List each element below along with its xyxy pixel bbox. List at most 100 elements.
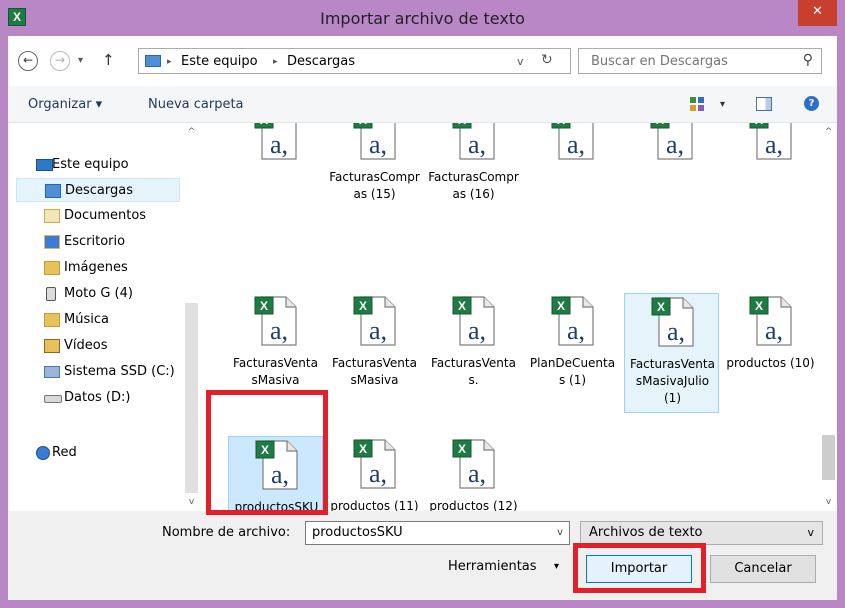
sidebar-item-label: Vídeos <box>64 338 108 353</box>
svg-text:X: X <box>755 123 763 127</box>
file-name: FacturasVentasMasivaJulio (1) <box>630 357 715 405</box>
help-icon[interactable]: ? <box>804 96 819 111</box>
recent-locations-dropdown[interactable]: ▾ <box>78 55 83 66</box>
svg-text:a,: a, <box>369 459 387 488</box>
excel-csv-file-icon: Xa, <box>255 437 301 491</box>
dialog-client: ← → ▾ ↑ ▸ Este equipo ▸ Descargas v ↻ ⚲ … <box>8 36 837 600</box>
svg-text:a,: a, <box>369 130 387 159</box>
sidebar-item-sistema-ssd[interactable]: Sistema SSD (C:) <box>16 360 180 384</box>
svg-text:a,: a, <box>270 130 288 159</box>
filename-input[interactable]: productosSKU v <box>305 521 570 545</box>
file-item[interactable]: Xa, productos (12) <box>426 436 521 511</box>
file-item[interactable]: Xa, <box>525 123 620 227</box>
file-item[interactable]: Xa, FacturasVentasMasiva <box>327 293 422 413</box>
navigation-pane: Este equipo Descargas Documentos Escrito… <box>8 123 191 511</box>
svg-text:a,: a, <box>765 130 783 159</box>
command-bar: Organizar ▾ Nueva carpeta ▾ ? <box>8 86 837 123</box>
file-name: productos (11) <box>330 499 419 511</box>
filename-dropdown[interactable]: v <box>557 522 563 544</box>
preview-pane-icon[interactable] <box>756 97 772 111</box>
search-icon[interactable]: ⚲ <box>803 52 813 68</box>
network-icon <box>36 446 50 460</box>
breadcrumb-separator: ▸ <box>273 57 278 67</box>
file-name: FacturasVentasMasiva <box>332 356 417 387</box>
bottom-panel: Nombre de archivo: productosSKU v Archiv… <box>8 511 837 600</box>
excel-csv-file-icon: Xa, <box>650 123 696 161</box>
forward-button[interactable]: → <box>50 51 70 71</box>
sidebar-item-musica[interactable]: Música <box>16 308 180 332</box>
scroll-down-arrow[interactable]: v <box>820 497 837 507</box>
file-item[interactable]: Xa, PlanDeCuentas (1) <box>525 293 620 413</box>
search-input[interactable] <box>589 53 783 70</box>
navigation-pane-scrollbar[interactable]: ^ v <box>183 123 200 511</box>
file-item[interactable]: Xa, FacturasCompras (16) <box>426 123 521 227</box>
svg-text:X: X <box>260 123 268 127</box>
sidebar-item-datos[interactable]: Datos (D:) <box>16 386 180 410</box>
navigation-row: ← → ▾ ↑ ▸ Este equipo ▸ Descargas v ↻ ⚲ <box>8 36 837 86</box>
svg-text:X: X <box>458 442 466 456</box>
scroll-thumb[interactable] <box>822 435 835 480</box>
tools-dropdown[interactable]: ▾ <box>554 561 559 572</box>
sidebar-item-escritorio[interactable]: Escritorio <box>16 230 180 254</box>
svg-text:X: X <box>458 299 466 313</box>
sidebar-item-documentos[interactable]: Documentos <box>16 204 180 228</box>
cancel-button[interactable]: Cancelar <box>710 555 816 583</box>
tools-button[interactable]: Herramientas <box>448 559 537 574</box>
organize-button[interactable]: Organizar ▾ <box>28 97 102 112</box>
title-bar[interactable]: X Importar archivo de texto ✕ <box>0 0 845 36</box>
file-list-scrollbar[interactable]: ^ v <box>820 123 837 511</box>
sidebar-item-este-equipo[interactable]: Este equipo <box>16 153 180 177</box>
file-type-select[interactable]: Archivos de texto v <box>580 521 823 545</box>
excel-csv-file-icon: Xa, <box>254 293 300 347</box>
sidebar-item-imagenes[interactable]: Imágenes <box>16 256 180 280</box>
up-button[interactable]: ↑ <box>102 51 115 69</box>
sidebar-item-label: Sistema SSD (C:) <box>64 364 175 379</box>
file-name: productos (12) <box>429 499 518 511</box>
file-item[interactable]: Xa, <box>228 123 323 227</box>
view-options-icon[interactable] <box>690 97 704 111</box>
computer-icon <box>36 159 53 171</box>
window-title: Importar archivo de texto <box>320 9 525 28</box>
breadcrumb-descargas[interactable]: Descargas <box>287 54 355 69</box>
file-name: PlanDeCuentas (1) <box>529 356 616 387</box>
search-box[interactable]: ⚲ <box>578 48 822 74</box>
refresh-icon[interactable]: ↻ <box>541 52 553 68</box>
file-item[interactable]: Xa, productos (10) <box>723 293 818 413</box>
sidebar-item-label: Imágenes <box>64 260 128 275</box>
scroll-up-arrow[interactable]: ^ <box>183 127 200 137</box>
sidebar-item-descargas[interactable]: Descargas <box>16 178 180 202</box>
file-item-selected[interactable]: Xa, productosSKU <box>228 436 323 511</box>
file-item[interactable]: Xa, FacturasCompras (15) <box>327 123 422 227</box>
scroll-up-arrow[interactable]: ^ <box>820 127 837 137</box>
import-button[interactable]: Importar <box>586 555 692 583</box>
scroll-thumb[interactable] <box>185 303 198 493</box>
file-item[interactable]: Xa, productos (11) <box>327 436 422 511</box>
excel-csv-file-icon: Xa, <box>551 293 597 347</box>
breadcrumb-este-equipo[interactable]: Este equipo <box>181 54 258 69</box>
sidebar-item-videos[interactable]: Vídeos <box>16 334 180 358</box>
svg-text:X: X <box>557 299 565 313</box>
close-button[interactable]: ✕ <box>798 0 837 26</box>
scroll-down-arrow[interactable]: v <box>183 497 200 507</box>
address-history-dropdown[interactable]: v <box>517 55 524 68</box>
svg-text:X: X <box>755 299 763 313</box>
file-type-dropdown[interactable]: v <box>807 522 814 544</box>
svg-text:a,: a, <box>271 460 289 489</box>
sidebar-item-red[interactable]: Red <box>16 441 180 465</box>
new-folder-button[interactable]: Nueva carpeta <box>148 97 244 112</box>
view-dropdown[interactable]: ▾ <box>720 99 725 110</box>
svg-text:a,: a, <box>270 316 288 345</box>
sidebar-item-moto-g[interactable]: Moto G (4) <box>16 282 180 306</box>
file-item[interactable]: Xa, <box>624 123 719 227</box>
file-item[interactable]: Xa, FacturasVentasMasivaJulio (1) <box>624 293 719 413</box>
sidebar-item-label: Red <box>52 445 77 460</box>
file-name: productosSKU <box>234 500 319 511</box>
sidebar-item-label: Escritorio <box>64 234 126 249</box>
sidebar-item-label: Moto G (4) <box>64 286 133 301</box>
file-item[interactable]: Xa, <box>723 123 818 227</box>
excel-csv-file-icon: Xa, <box>353 293 399 347</box>
back-button[interactable]: ← <box>18 51 38 71</box>
file-item[interactable]: Xa, FacturasVentasMasiva <box>228 293 323 413</box>
address-bar[interactable]: ▸ Este equipo ▸ Descargas v ↻ <box>138 48 571 74</box>
file-item[interactable]: Xa, FacturasVentas. <box>426 293 521 413</box>
